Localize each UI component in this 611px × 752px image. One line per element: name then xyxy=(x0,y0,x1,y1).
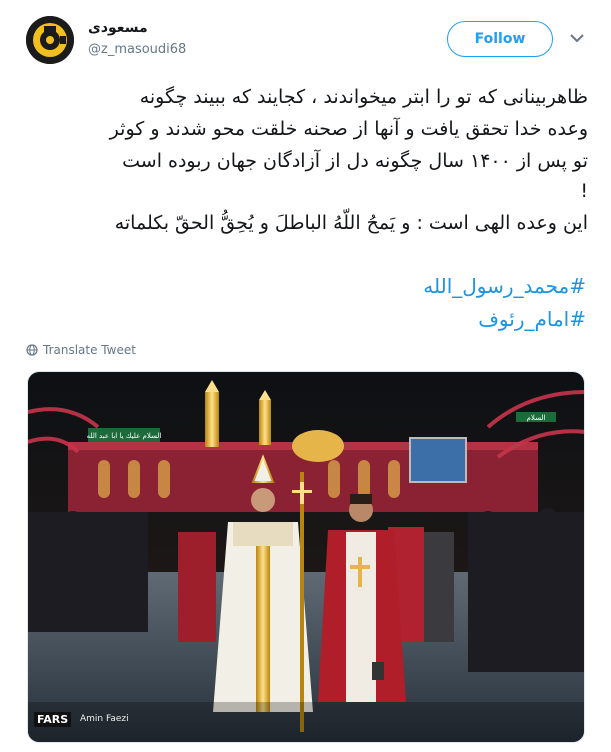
hashtag-link[interactable]: #امام_رئوف xyxy=(22,305,586,333)
tweet-text-line: ! xyxy=(580,180,588,202)
tweet-text-line: وعده خدا تحقق یافت و آنها از صحنه خلقت م… xyxy=(109,118,588,140)
procession-photo-image: السلام عليك يا ابا عبد الله السلام xyxy=(28,372,584,742)
translate-label: Translate Tweet xyxy=(43,343,136,357)
tweet-text-line: ظاهربینانی که تو را ابتر میخواندند ، کجا… xyxy=(139,86,588,108)
globe-icon xyxy=(26,344,38,356)
tweet-text-line: این وعده الهی است : و یَمحُ اللّهُ الباط… xyxy=(114,212,588,234)
more-options-button[interactable] xyxy=(566,27,588,49)
translate-tweet-link[interactable]: Translate Tweet xyxy=(26,343,136,357)
side-sign-text: السلام xyxy=(527,414,546,422)
banner-text: السلام عليك يا ابا عبد الله xyxy=(87,432,162,440)
photo-credit-source: FARS xyxy=(34,712,72,727)
hashtag-link[interactable]: #محمد_رسول_الله xyxy=(22,272,586,300)
tweet-photo[interactable]: السلام عليك يا ابا عبد الله السلام FARS … xyxy=(27,371,585,743)
chevron-down-icon xyxy=(570,33,584,42)
avatar[interactable] xyxy=(26,16,74,64)
author-handle[interactable]: @z_masoudi68 xyxy=(88,42,186,57)
logo-avatar-icon xyxy=(26,16,74,64)
photo-credit-name: Amin Faezi xyxy=(80,714,129,724)
author-display-name[interactable]: مسعودی xyxy=(88,20,148,36)
tweet-text-line: تو پس از ۱۴۰۰ سال چگونه دل از آزادگان جه… xyxy=(122,150,588,172)
follow-button[interactable]: Follow xyxy=(447,21,553,57)
